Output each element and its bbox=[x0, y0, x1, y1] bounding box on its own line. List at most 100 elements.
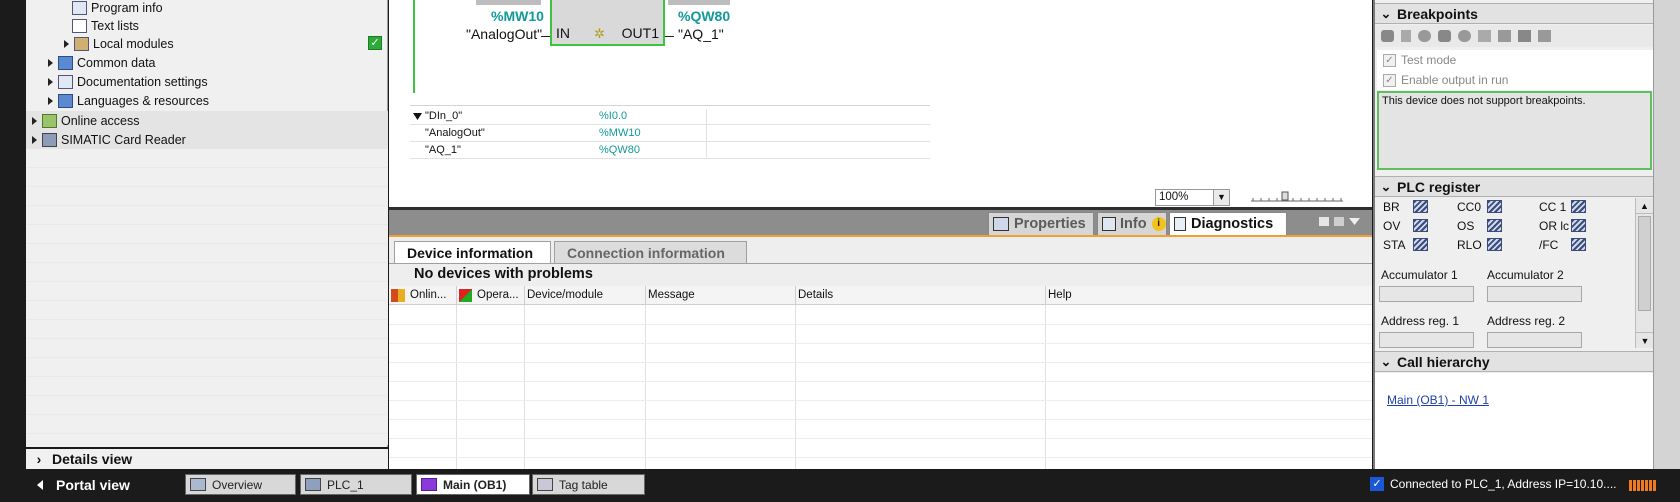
run-to-cursor-icon[interactable] bbox=[1538, 30, 1551, 42]
collapse-panel-icon[interactable] bbox=[1349, 218, 1360, 225]
tag-address: %MW10 bbox=[599, 127, 641, 139]
tree-empty-area bbox=[26, 149, 388, 445]
grid-column-line bbox=[1045, 305, 1046, 471]
chevron-down-icon[interactable]: ▼ bbox=[1213, 190, 1229, 205]
column-label: Onlin... bbox=[410, 289, 447, 301]
move-block[interactable]: IN ✲ OUT1 bbox=[550, 0, 665, 46]
enable-output-checkbox[interactable]: ✓ bbox=[1383, 73, 1396, 87]
task-label: Main (OB1) bbox=[443, 477, 507, 492]
disable-breakpoint-icon[interactable] bbox=[1458, 30, 1471, 42]
out-operand-tag[interactable]: "AQ_1" bbox=[678, 26, 724, 42]
scroll-thumb[interactable] bbox=[1638, 216, 1651, 311]
register-bit-indicator bbox=[1413, 200, 1428, 213]
float-window-icon[interactable] bbox=[1319, 217, 1329, 226]
languages-resources-icon bbox=[58, 93, 73, 108]
tree-item-card-reader[interactable]: SIMATIC Card Reader bbox=[26, 130, 388, 149]
task-label: Tag table bbox=[559, 477, 608, 492]
column-header-details[interactable]: Details bbox=[796, 286, 1046, 305]
call-hierarchy-link[interactable]: Main (OB1) - NW 1 bbox=[1387, 393, 1489, 407]
tree-item-documentation-settings[interactable]: Documentation settings bbox=[26, 72, 388, 91]
address-reg2-label: Address reg. 2 bbox=[1487, 314, 1566, 328]
column-header-device[interactable]: Device/module bbox=[525, 286, 646, 305]
task-overview[interactable]: Overview bbox=[185, 474, 296, 495]
test-mode-option[interactable]: ✓ Test mode bbox=[1377, 50, 1653, 70]
expand-arrow-icon[interactable] bbox=[46, 77, 54, 86]
column-label: Details bbox=[798, 289, 834, 301]
register-scrollbar[interactable]: ▲ ▼ bbox=[1635, 198, 1654, 348]
tree-item-label: SIMATIC Card Reader bbox=[61, 132, 186, 147]
grid-row-line bbox=[389, 381, 1372, 382]
tab-info[interactable]: Info i bbox=[1097, 212, 1167, 236]
documentation-settings-icon bbox=[58, 74, 73, 89]
expand-arrow-icon[interactable] bbox=[30, 135, 38, 144]
tree-item-common-data[interactable]: Common data bbox=[26, 53, 388, 72]
portal-view-button[interactable]: Portal view bbox=[36, 475, 130, 495]
column-header-message[interactable]: Message bbox=[646, 286, 796, 305]
step-icon[interactable] bbox=[1401, 30, 1411, 42]
in-operand-tag[interactable]: "AnalogOut" bbox=[466, 26, 542, 42]
breakpoint-toggle-icon[interactable] bbox=[1418, 30, 1431, 42]
call-hierarchy-header[interactable]: ⌄ Call hierarchy bbox=[1375, 351, 1653, 372]
tree-item-program-info[interactable]: Program info bbox=[26, 0, 388, 17]
tab-properties[interactable]: Properties bbox=[988, 212, 1094, 236]
plc-register-header[interactable]: ⌄ PLC register bbox=[1375, 176, 1653, 197]
column-label: Opera... bbox=[477, 289, 519, 301]
pin-out-label: OUT1 bbox=[621, 25, 659, 41]
collapse-arrow-icon[interactable] bbox=[413, 113, 422, 120]
tree-item-local-modules[interactable]: Local modules ✓ bbox=[26, 34, 388, 53]
scroll-up-icon[interactable]: ▲ bbox=[1636, 198, 1653, 214]
subtab-connection-information[interactable]: Connection information bbox=[554, 241, 747, 263]
breakpoints-header[interactable]: ⌄ Breakpoints bbox=[1375, 3, 1653, 24]
expand-arrow-icon[interactable] bbox=[30, 116, 38, 125]
tag-info-row[interactable]: "DIn_0" %I0.0 bbox=[410, 109, 930, 125]
accumulator1-value bbox=[1379, 286, 1474, 302]
enable-output-option[interactable]: ✓ Enable output in run bbox=[1377, 70, 1653, 90]
common-data-icon bbox=[58, 55, 73, 70]
zoom-slider[interactable] bbox=[1251, 191, 1343, 205]
task-main-ob1[interactable]: Main (OB1) bbox=[416, 474, 530, 495]
tree-item-label: Documentation settings bbox=[77, 74, 208, 89]
address-reg1-label: Address reg. 1 bbox=[1381, 314, 1460, 328]
address-reg1-value bbox=[1379, 332, 1474, 348]
properties-icon bbox=[993, 217, 1009, 231]
scroll-down-icon[interactable]: ▼ bbox=[1636, 332, 1654, 348]
address-reg2-value bbox=[1487, 332, 1582, 348]
expand-arrow-icon[interactable] bbox=[46, 58, 54, 67]
details-view-bar[interactable]: › Details view bbox=[26, 447, 388, 469]
tree-item-languages-resources[interactable]: Languages & resources bbox=[26, 91, 388, 110]
overview-icon bbox=[190, 478, 206, 491]
expand-arrow-icon[interactable] bbox=[46, 96, 54, 105]
section-title: PLC register bbox=[1397, 178, 1481, 195]
call-hierarchy-body: Main (OB1) - NW 1 bbox=[1375, 373, 1653, 469]
maximize-icon[interactable] bbox=[1334, 217, 1344, 226]
task-tag-table[interactable]: Tag table bbox=[532, 474, 645, 495]
right-edge-tabs[interactable] bbox=[1653, 0, 1680, 469]
register-bit-label: OS bbox=[1457, 219, 1475, 233]
step-over-icon[interactable] bbox=[1478, 30, 1491, 42]
column-header-online[interactable]: Onlin... bbox=[389, 286, 457, 305]
tag-info-row[interactable]: "AnalogOut" %MW10 bbox=[410, 125, 930, 142]
operating-state-icon bbox=[459, 288, 472, 302]
column-header-operating[interactable]: Opera... bbox=[457, 286, 525, 305]
step-out-icon[interactable] bbox=[1518, 30, 1531, 42]
task-plc[interactable]: PLC_1 bbox=[300, 474, 412, 495]
test-mode-checkbox[interactable]: ✓ bbox=[1383, 53, 1396, 67]
ladder-editor[interactable]: %MW10 %QW80 "AnalogOut" "AQ_1" IN ✲ OUT1… bbox=[389, 0, 1372, 207]
delete-breakpoints-icon[interactable] bbox=[1438, 30, 1451, 42]
column-header-help[interactable]: Help bbox=[1046, 286, 1372, 305]
subtab-device-information[interactable]: Device information bbox=[394, 241, 551, 263]
tag-address: %QW80 bbox=[599, 144, 640, 156]
tree-item-online-access[interactable]: Online access bbox=[26, 111, 388, 130]
accumulator2-label: Accumulator 2 bbox=[1487, 268, 1564, 282]
tag-info-row[interactable]: "AQ_1" %QW80 bbox=[410, 142, 930, 159]
diagnostics-icon bbox=[1174, 217, 1186, 231]
expand-arrow-icon[interactable] bbox=[62, 39, 70, 48]
tab-label: Diagnostics bbox=[1191, 216, 1274, 232]
tree-item-text-lists[interactable]: Text lists bbox=[26, 16, 388, 35]
set-breakpoint-icon[interactable] bbox=[1381, 30, 1394, 42]
tab-diagnostics[interactable]: Diagnostics bbox=[1169, 212, 1287, 236]
subtab-label: Device information bbox=[407, 244, 534, 261]
tree-item-label: Common data bbox=[77, 55, 156, 70]
step-into-icon[interactable] bbox=[1498, 30, 1511, 42]
zoom-select[interactable]: 100% ▼ bbox=[1155, 189, 1230, 206]
